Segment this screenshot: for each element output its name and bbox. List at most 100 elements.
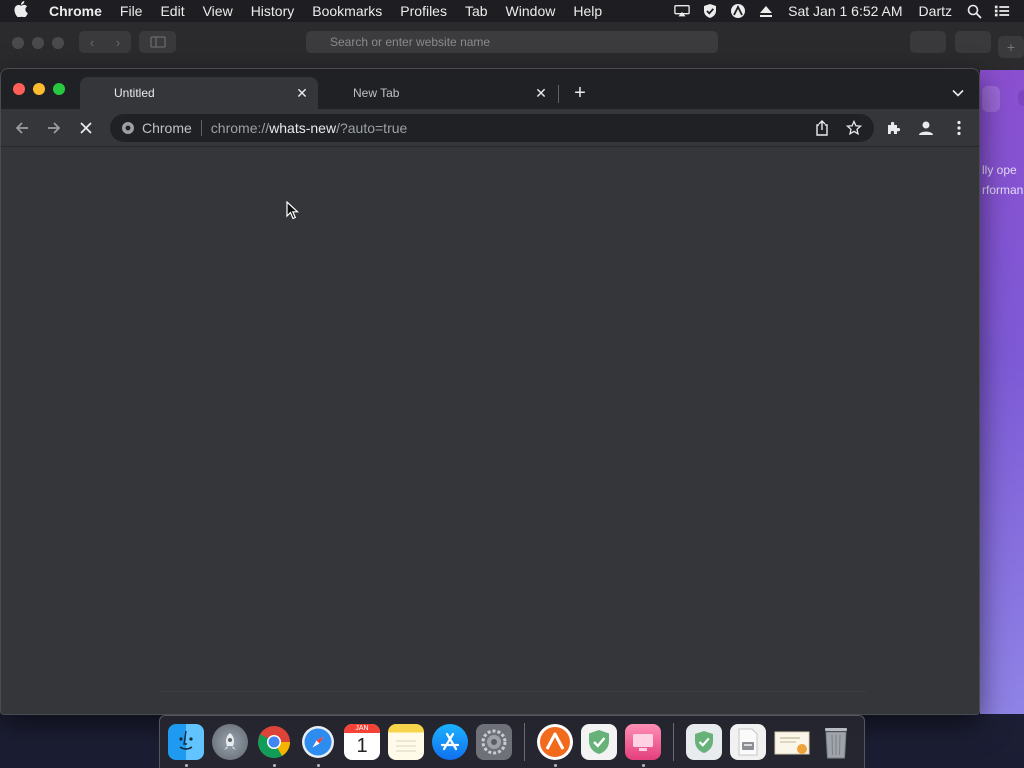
- menu-bar-user[interactable]: Dartz: [911, 3, 960, 19]
- url-scheme: chrome://: [210, 120, 270, 136]
- tab-separator: [558, 85, 559, 103]
- stop-loading-close-icon[interactable]: [74, 116, 98, 140]
- menu-app-name[interactable]: Chrome: [40, 3, 111, 19]
- shield-check-icon[interactable]: [702, 3, 718, 19]
- share-icon[interactable]: [812, 118, 832, 138]
- app-store-icon: [432, 724, 468, 760]
- menu-help[interactable]: Help: [564, 3, 611, 19]
- back-arrow-icon[interactable]: [10, 116, 34, 140]
- more-menu-kebab-icon[interactable]: [947, 116, 971, 140]
- running-indicator: [272, 764, 276, 767]
- menu-bar-clock[interactable]: Sat Jan 1 6:52 AM: [780, 3, 910, 19]
- menu-edit[interactable]: Edit: [151, 3, 193, 19]
- macos-dock: JAN 1: [159, 715, 865, 768]
- dock-trash[interactable]: [814, 720, 858, 764]
- macos-menu-bar: Chrome File Edit View History Bookmarks …: [0, 0, 1024, 22]
- dock-adguard-installer[interactable]: [682, 720, 726, 764]
- dock-chrome[interactable]: [252, 720, 296, 767]
- control-center-icon[interactable]: [994, 3, 1010, 19]
- background-safari-window: ‹ › Search or enter website name +: [0, 22, 1024, 72]
- dock-vpn-app[interactable]: [533, 720, 577, 767]
- window-minimize-button[interactable]: [33, 83, 45, 95]
- bookmark-star-icon[interactable]: [844, 118, 864, 138]
- airplay-display-icon[interactable]: [674, 3, 690, 19]
- safari-traffic-lights: [12, 37, 64, 49]
- window-fullscreen-button[interactable]: [53, 83, 65, 95]
- window-controls: [13, 83, 65, 95]
- adguard-icon: [581, 724, 617, 760]
- window-close-button[interactable]: [13, 83, 25, 95]
- url-query: /?auto=true: [336, 120, 408, 136]
- background-page-text-line1: lly ope: [982, 163, 1017, 177]
- running-indicator: [553, 764, 557, 767]
- vpn-app-icon: [537, 724, 573, 760]
- running-indicator: [184, 764, 188, 767]
- vpn-status-icon[interactable]: [730, 3, 746, 19]
- new-tab-plus-icon[interactable]: +: [569, 82, 591, 104]
- safari-tab-overview-button[interactable]: [955, 31, 991, 53]
- adguard-installer-icon: [686, 724, 722, 760]
- menu-file[interactable]: File: [111, 3, 152, 19]
- dock-separator: [524, 723, 525, 761]
- dock-calendar[interactable]: JAN 1: [340, 720, 384, 764]
- tab-strip: Untitled ✕ New Tab ✕ +: [1, 69, 979, 109]
- extensions-puzzle-icon[interactable]: [882, 116, 906, 140]
- dock-finder[interactable]: [164, 720, 208, 767]
- tab-new-tab[interactable]: New Tab ✕: [319, 77, 557, 109]
- profile-avatar-icon[interactable]: [914, 116, 938, 140]
- safari-sidebar-icon[interactable]: [139, 31, 176, 53]
- dock-separator: [673, 723, 674, 761]
- tab-untitled[interactable]: Untitled ✕: [80, 77, 318, 109]
- browser-toolbar: Chrome chrome:// whats-new /?auto=true: [1, 109, 979, 147]
- running-indicator: [316, 764, 320, 767]
- safari-back-icon[interactable]: ‹: [79, 31, 105, 53]
- mouse-pointer-icon: [286, 201, 300, 220]
- safari-share-button[interactable]: [910, 31, 946, 53]
- tab-title: New Tab: [353, 86, 400, 100]
- dock-cleanmymac[interactable]: [621, 720, 665, 767]
- calendar-month: JAN: [344, 724, 380, 733]
- menu-tab[interactable]: Tab: [456, 3, 497, 19]
- tab-title: Untitled: [114, 86, 155, 100]
- omnibox-chip-label: Chrome: [142, 120, 192, 136]
- dock-certificate[interactable]: [770, 720, 814, 764]
- safari-forward-icon[interactable]: ›: [105, 31, 131, 53]
- safari-address-bar[interactable]: Search or enter website name: [306, 31, 718, 53]
- background-web-page: lly ope rforman: [980, 70, 1024, 714]
- apple-menu-icon[interactable]: [14, 1, 40, 21]
- dock-launchpad[interactable]: [208, 720, 252, 764]
- dock-adguard[interactable]: [577, 720, 621, 764]
- safari-close-button[interactable]: [12, 37, 24, 49]
- dock-safari[interactable]: [296, 720, 340, 767]
- dock-system-preferences[interactable]: [472, 720, 516, 764]
- tab-close-icon[interactable]: ✕: [533, 85, 549, 101]
- menu-view[interactable]: View: [194, 3, 242, 19]
- system-preferences-icon: [476, 724, 512, 760]
- menu-bar-status-area: Sat Jan 1 6:52 AM Dartz: [668, 3, 1016, 19]
- safari-new-tab-button[interactable]: +: [998, 36, 1024, 58]
- tab-close-icon[interactable]: ✕: [294, 85, 310, 101]
- safari-icon: [300, 724, 336, 760]
- background-page-text-line2: rforman: [982, 183, 1024, 197]
- menu-window[interactable]: Window: [497, 3, 565, 19]
- eject-icon[interactable]: [758, 3, 774, 19]
- disk-image-icon: [730, 724, 766, 760]
- page-content-area[interactable]: [1, 147, 979, 714]
- background-page-avatar: [1018, 90, 1024, 106]
- dock-disk-image[interactable]: [726, 720, 770, 764]
- finder-icon: [168, 724, 204, 760]
- tab-search-chevron-down-icon[interactable]: [947, 82, 969, 104]
- menu-history[interactable]: History: [242, 3, 304, 19]
- safari-minimize-button[interactable]: [32, 37, 44, 49]
- menu-bookmarks[interactable]: Bookmarks: [303, 3, 391, 19]
- page-bottom-divider: [161, 691, 867, 692]
- dock-notes[interactable]: [384, 720, 428, 764]
- menu-profiles[interactable]: Profiles: [391, 3, 456, 19]
- dock-app-store[interactable]: [428, 720, 472, 764]
- spotlight-search-icon[interactable]: [966, 3, 982, 19]
- safari-zoom-button[interactable]: [52, 37, 64, 49]
- safari-nav-buttons: ‹ ›: [79, 31, 131, 53]
- cleanmymac-icon: [625, 724, 661, 760]
- forward-arrow-icon[interactable]: [42, 116, 66, 140]
- omnibox-address-bar[interactable]: Chrome chrome:// whats-new /?auto=true: [110, 114, 874, 142]
